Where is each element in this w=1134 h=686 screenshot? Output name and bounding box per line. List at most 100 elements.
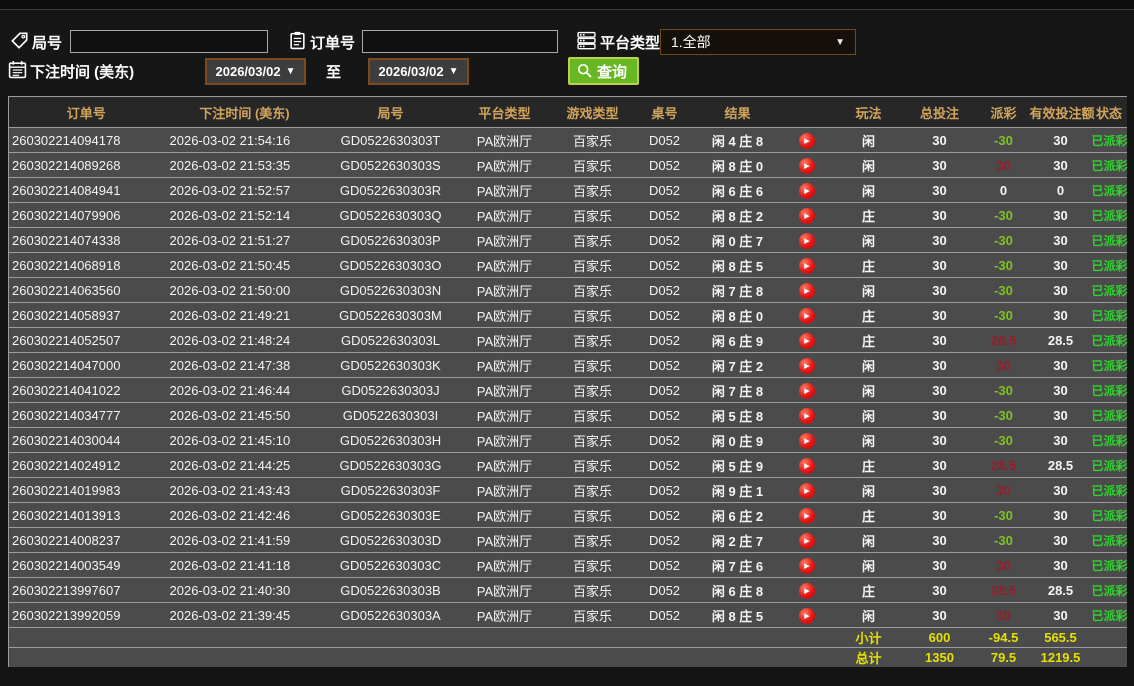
play-video-icon[interactable]: ▶ bbox=[798, 308, 815, 324]
date-to-label: 至 bbox=[326, 64, 342, 81]
cell-total-bet: 30 bbox=[901, 477, 978, 503]
table-row: 260302214019983 2026-03-02 21:43:43 GD0522… bbox=[8, 477, 1128, 503]
cell-replay: ▶ bbox=[777, 527, 836, 553]
chevron-down-icon: ▼ bbox=[835, 36, 845, 48]
date-from-picker[interactable]: 2026/03/02 ▼ bbox=[205, 58, 306, 85]
play-video-icon[interactable]: ▶ bbox=[798, 133, 815, 149]
chevron-down-icon: ▼ bbox=[285, 66, 296, 77]
cell-round: GD0522630303Q bbox=[325, 202, 456, 228]
cell-replay: ▶ bbox=[777, 502, 836, 528]
cell-play: 庄 bbox=[835, 327, 902, 353]
play-video-icon[interactable]: ▶ bbox=[798, 408, 815, 424]
summary-payout: 79.5 bbox=[977, 647, 1030, 667]
chevron-down-icon: ▼ bbox=[448, 66, 459, 77]
table-row: 260302214079906 2026-03-02 21:52:14 GD0522… bbox=[8, 202, 1128, 228]
cell-result: 闲 4 庄 8 bbox=[697, 127, 778, 153]
cell-replay: ▶ bbox=[777, 152, 836, 178]
cell-status: 已派彩 bbox=[1091, 452, 1128, 478]
play-video-icon[interactable]: ▶ bbox=[798, 358, 815, 374]
summary-label: 总计 bbox=[835, 647, 902, 667]
play-video-icon[interactable]: ▶ bbox=[798, 258, 815, 274]
cell-result: 闲 5 庄 8 bbox=[697, 402, 778, 428]
cell-payout: 28.5 bbox=[977, 327, 1030, 353]
summary-total-row: 总计 1350 79.5 1219.5 bbox=[8, 647, 1127, 667]
play-video-icon[interactable]: ▶ bbox=[798, 433, 815, 449]
cell-table-no: D052 bbox=[631, 577, 698, 603]
cell-payout: 0 bbox=[977, 177, 1030, 203]
search-button[interactable]: 查询 bbox=[568, 57, 640, 85]
cell-game-type: 百家乐 bbox=[553, 252, 632, 278]
cell-bet-time: 2026-03-02 21:52:14 bbox=[163, 202, 326, 228]
date-to-picker[interactable]: 2026/03/02 ▼ bbox=[368, 58, 469, 85]
play-video-icon[interactable]: ▶ bbox=[798, 608, 815, 624]
column-header-table-no: 桌号 bbox=[631, 96, 698, 128]
cell-game-type: 百家乐 bbox=[553, 552, 632, 578]
order-number-input[interactable] bbox=[362, 30, 558, 53]
cell-bet-time: 2026-03-02 21:45:50 bbox=[163, 402, 326, 428]
table-row: 260302214074338 2026-03-02 21:51:27 GD0522… bbox=[8, 227, 1128, 253]
play-video-icon[interactable]: ▶ bbox=[798, 158, 815, 174]
cell-platform: PA欧洲厅 bbox=[455, 202, 554, 228]
cell-round: GD0522630303K bbox=[325, 352, 456, 378]
cell-total-bet: 30 bbox=[901, 427, 978, 453]
cell-play: 庄 bbox=[835, 302, 902, 328]
cell-order: 260302214058937 bbox=[8, 302, 164, 328]
play-video-icon[interactable]: ▶ bbox=[798, 283, 815, 299]
cell-play: 闲 bbox=[835, 127, 902, 153]
cell-platform: PA欧洲厅 bbox=[455, 427, 554, 453]
play-video-icon[interactable]: ▶ bbox=[798, 383, 815, 399]
cell-total-bet: 30 bbox=[901, 277, 978, 303]
play-video-icon[interactable]: ▶ bbox=[798, 508, 815, 524]
cell-order: 260302213992059 bbox=[8, 602, 164, 628]
cell-play: 庄 bbox=[835, 202, 902, 228]
betting-records-page: { "filters": { "round_label": "局号", "rou… bbox=[0, 0, 1134, 686]
column-header-payout: 派彩 bbox=[977, 96, 1030, 128]
platform-type-select[interactable]: 1.全部 ▼ bbox=[660, 29, 856, 55]
cell-round: GD0522630303C bbox=[325, 552, 456, 578]
cell-play: 闲 bbox=[835, 227, 902, 253]
column-header-play: 玩法 bbox=[835, 96, 902, 128]
cell-order: 260302214052507 bbox=[8, 327, 164, 353]
play-video-icon[interactable]: ▶ bbox=[798, 333, 815, 349]
cell-result: 闲 6 庄 9 bbox=[697, 327, 778, 353]
table-body: 260302214094178 2026-03-02 21:54:16 GD0522… bbox=[8, 127, 1128, 667]
cell-table-no: D052 bbox=[631, 252, 698, 278]
round-number-input[interactable] bbox=[70, 30, 268, 53]
cell-platform: PA欧洲厅 bbox=[455, 452, 554, 478]
play-video-icon[interactable]: ▶ bbox=[798, 208, 815, 224]
cell-table-no: D052 bbox=[631, 177, 698, 203]
cell-valid-bet: 30 bbox=[1029, 602, 1092, 628]
table-row: 260302214068918 2026-03-02 21:50:45 GD0522… bbox=[8, 252, 1128, 278]
cell-valid-bet: 30 bbox=[1029, 127, 1092, 153]
play-video-icon[interactable]: ▶ bbox=[798, 183, 815, 199]
cell-table-no: D052 bbox=[631, 502, 698, 528]
play-video-icon[interactable]: ▶ bbox=[798, 558, 815, 574]
cell-replay: ▶ bbox=[777, 577, 836, 603]
play-video-icon[interactable]: ▶ bbox=[798, 483, 815, 499]
cell-total-bet: 30 bbox=[901, 527, 978, 553]
cell-valid-bet: 28.5 bbox=[1029, 452, 1092, 478]
play-video-icon[interactable]: ▶ bbox=[798, 583, 815, 599]
cell-platform: PA欧洲厅 bbox=[455, 277, 554, 303]
cell-order: 260302214034777 bbox=[8, 402, 164, 428]
cell-table-no: D052 bbox=[631, 127, 698, 153]
cell-order: 260302214003549 bbox=[8, 552, 164, 578]
cell-platform: PA欧洲厅 bbox=[455, 577, 554, 603]
cell-game-type: 百家乐 bbox=[553, 277, 632, 303]
cell-platform: PA欧洲厅 bbox=[455, 252, 554, 278]
cell-valid-bet: 30 bbox=[1029, 302, 1092, 328]
cell-total-bet: 30 bbox=[901, 577, 978, 603]
cell-round: GD0522630303G bbox=[325, 452, 456, 478]
play-video-icon[interactable]: ▶ bbox=[798, 233, 815, 249]
play-video-icon[interactable]: ▶ bbox=[798, 458, 815, 474]
cell-bet-time: 2026-03-02 21:51:27 bbox=[163, 227, 326, 253]
table-row: 260302213997607 2026-03-02 21:40:30 GD0522… bbox=[8, 577, 1128, 603]
cell-table-no: D052 bbox=[631, 202, 698, 228]
play-video-icon[interactable]: ▶ bbox=[798, 533, 815, 549]
summary-valid-bet: 565.5 bbox=[1029, 627, 1092, 648]
cell-platform: PA欧洲厅 bbox=[455, 152, 554, 178]
cell-table-no: D052 bbox=[631, 452, 698, 478]
cell-order: 260302214041022 bbox=[8, 377, 164, 403]
cell-table-no: D052 bbox=[631, 527, 698, 553]
cell-play: 闲 bbox=[835, 427, 902, 453]
